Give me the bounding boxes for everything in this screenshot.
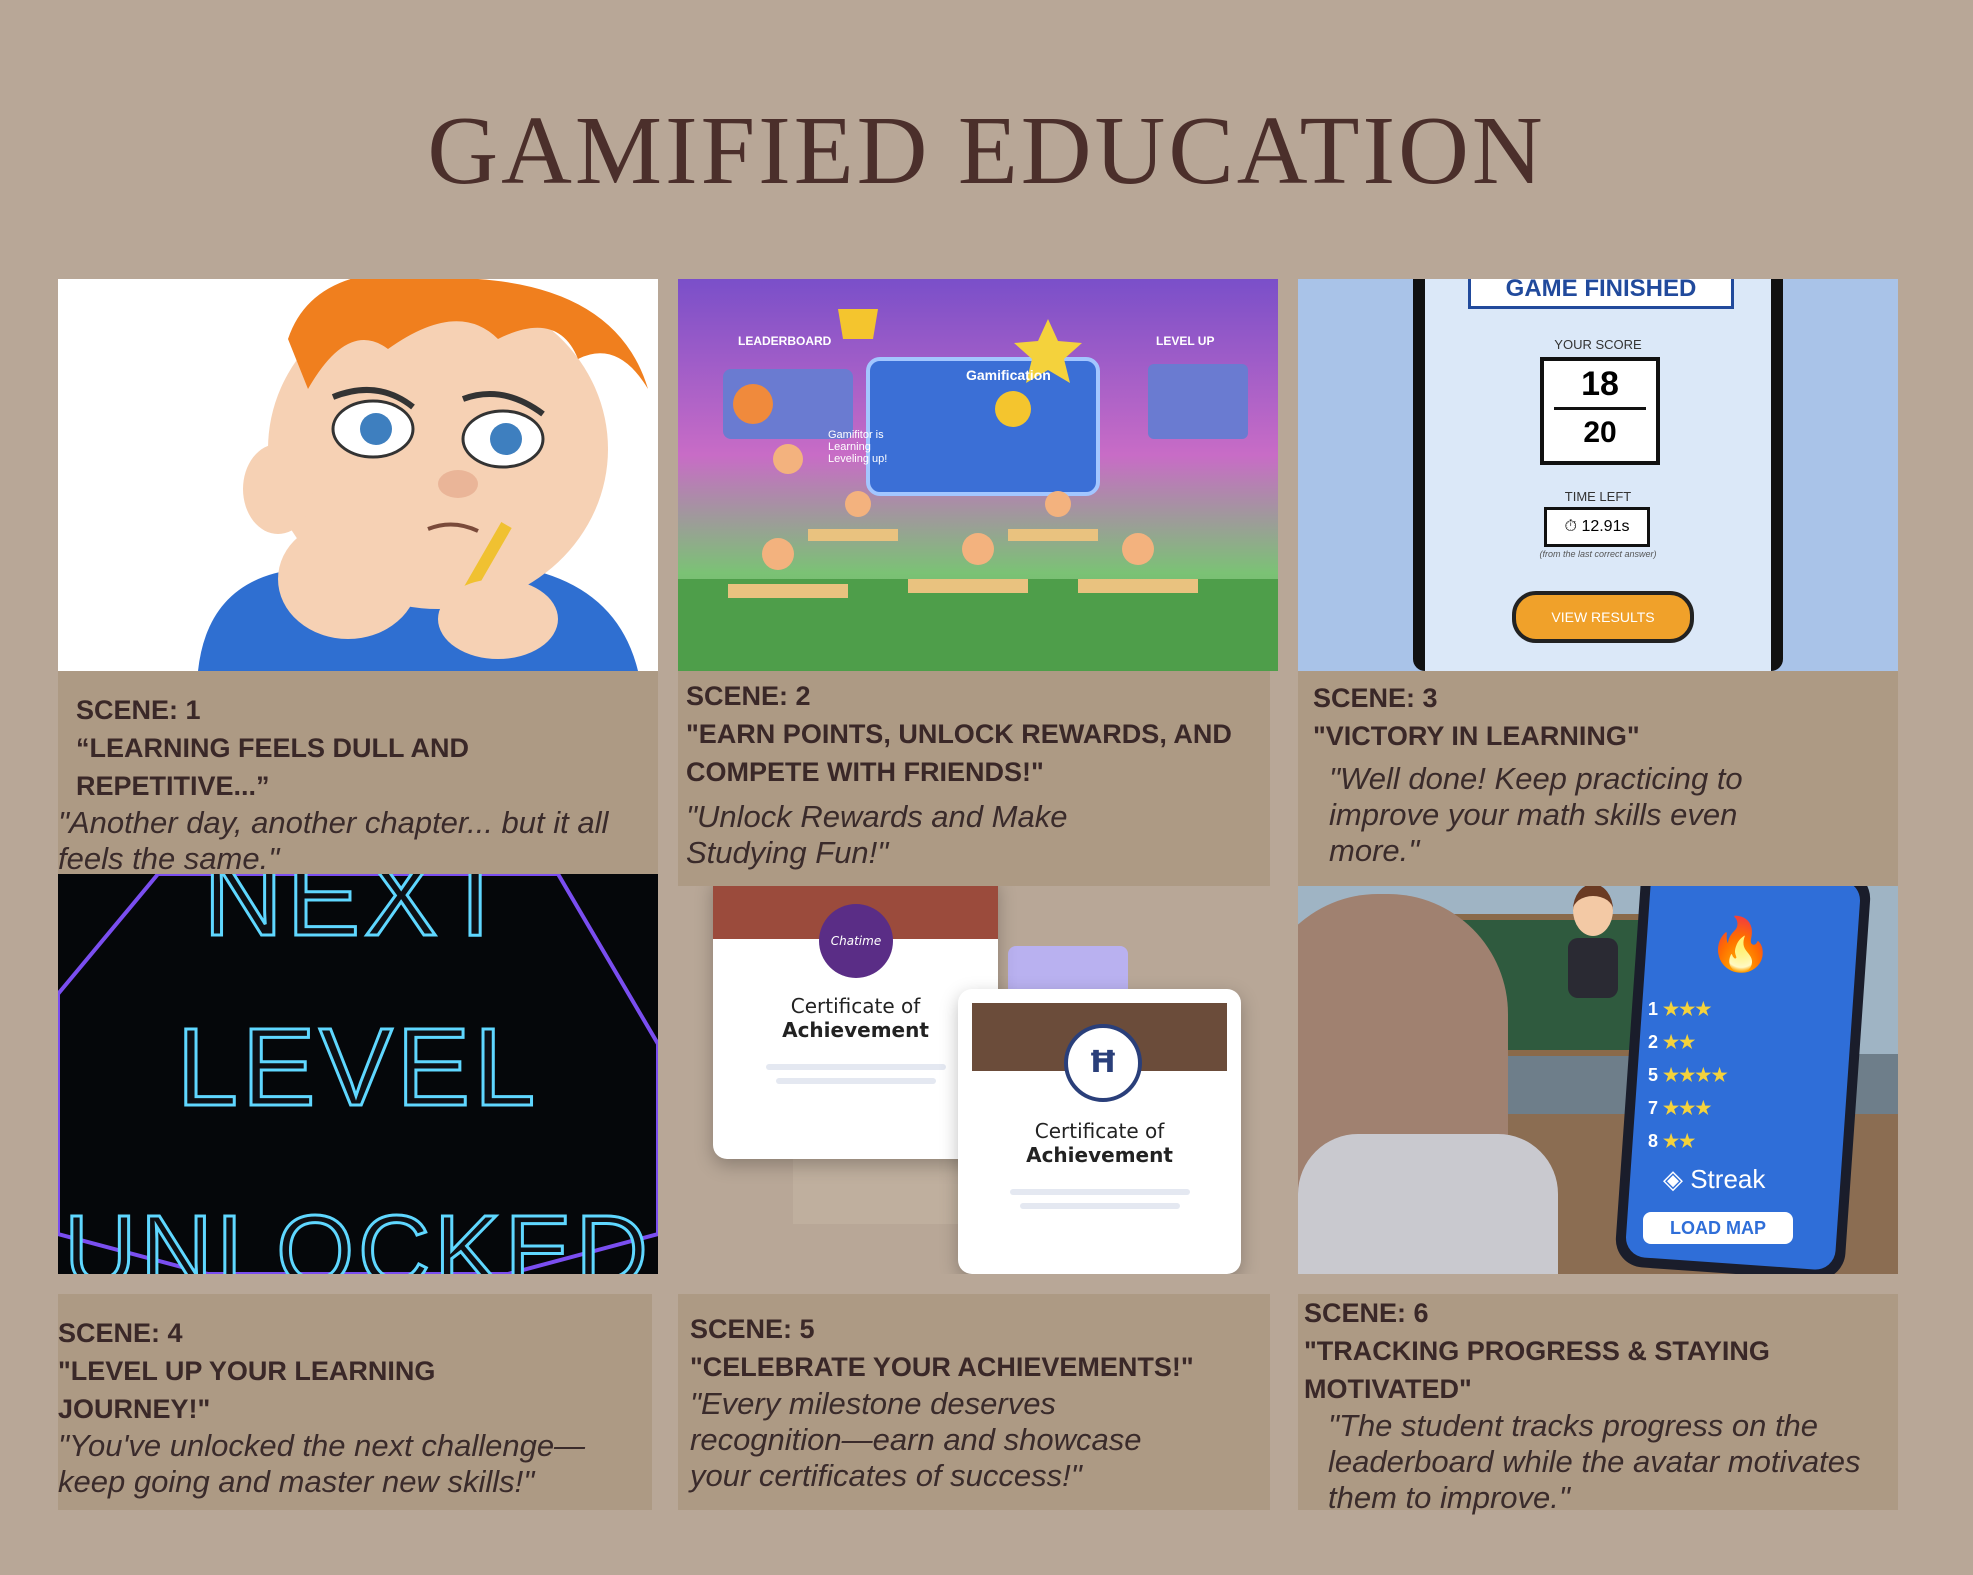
scene-6-caption: SCENE: 6 "TRACKING PROGRESS & STAYING MO… [1298,1294,1898,1515]
gamification-label: Gamification [966,367,1051,383]
score-value: 18 [1581,365,1619,403]
gamified-classroom-illustration: LEADERBOARD LEVEL UP Gamification Gamifi… [678,279,1278,671]
next-level-unlocked-neon: NEXT LEVEL UNLOCKED [58,874,658,1274]
scene-1-number: SCENE: 1 [76,695,201,725]
score-label: YOUR SCORE [1554,337,1642,352]
scene-4-number: SCENE: 4 [58,1318,183,1348]
leaderboard-row: 5 ★★★★ [1648,1065,1728,1085]
time-left-label: TIME LEFT [1564,489,1632,504]
leaderboard-row: 1 ★★★ [1648,999,1712,1019]
scene-5-number: SCENE: 5 [690,1314,815,1344]
avatar [1568,884,1618,1024]
scene-4-heading-1: "LEVEL UP YOUR LEARNING [58,1356,436,1386]
neon-unlocked: UNLOCKED [63,1194,652,1275]
scene-5-caption: SCENE: 5 "CELEBRATE YOUR ACHIEVEMENTS!" … [678,1294,1270,1510]
scene-2-heading-1: "EARN POINTS, UNLOCK REWARDS, AND [686,719,1232,749]
gamifier-text: Gamifitor is Learning Leveling up! [828,429,888,465]
student-shoulder [1298,1134,1558,1274]
scene-1-quote: "Another day, another chapter... but it … [58,805,609,876]
scene-5-heading-1: "CELEBRATE YOUR ACHIEVEMENTS!" [690,1352,1194,1382]
scene-2-heading-2: COMPETE WITH FRIENDS!" [686,757,1044,787]
cert-1-title: Certificate of [790,994,921,1018]
leaderboard-row: 2 ★★ [1648,1032,1696,1052]
scene-6-quote: "The student tracks progress on the lead… [1328,1408,1861,1515]
leaderboard-label: LEADERBOARD [738,334,832,348]
scene-1-heading-1: “LEARNING FEELS DULL AND [76,733,470,763]
view-results-button[interactable]: VIEW RESULTS [1512,591,1694,643]
certificate-card-1: Chatime Certificate of Achievement [713,874,998,1159]
leaderboard-row: 7 ★★★ [1648,1098,1712,1118]
husqvarna-logo-icon: Ħ [1064,1024,1142,1102]
scene-5-quote: "Every milestone deserves recognition—ea… [690,1386,1142,1493]
cert-2-subtitle: Achievement [1026,1143,1173,1167]
fire-icon: 🔥 [1708,916,1773,974]
cert-2-line [1019,1203,1180,1209]
scene-3-caption: SCENE: 3 "VICTORY IN LEARNING" "Well don… [1298,671,1898,886]
cert-1-line [765,1064,946,1070]
cert-1-subtitle: Achievement [782,1018,929,1042]
scene-3-quote: "Well done! Keep practicing to improve y… [1329,761,1743,868]
scene-1-caption: SCENE: 1 “LEARNING FEELS DULL AND REPETI… [58,671,658,876]
load-map-button[interactable]: LOAD MAP [1643,1212,1793,1244]
leaderboard-row: 8 ★★ [1648,1131,1696,1151]
scene-4-quote: "You've unlocked the next challenge—keep… [58,1428,586,1499]
scene-4-caption: SCENE: 4 "LEVEL UP YOUR LEARNING JOURNEY… [58,1294,652,1510]
time-text: 12.91s [1581,518,1630,535]
scene-2-quote: "Unlock Rewards and Make Studying Fun!" [686,799,1068,870]
neon-next: NEXT [202,874,513,961]
cert-2-title: Certificate of [1034,1119,1165,1143]
time-value: ⏱ 12.91s [1544,507,1650,547]
scene-6-number: SCENE: 6 [1304,1298,1429,1328]
levelup-label: LEVEL UP [1156,334,1215,348]
cert-1-line [775,1078,936,1084]
game-finished-header: GAME FINISHED [1468,279,1734,309]
scene-3-heading-1: "VICTORY IN LEARNING" [1313,721,1640,751]
certificate-card-2: Ħ Certificate of Achievement [958,989,1241,1274]
progress-tracking-illustration: 🔥 1 ★★★ 2 ★★ 5 ★★★★ 7 ★★★ 8 ★★ ◈ Streak … [1298,874,1898,1274]
score-box: 18 20 [1540,357,1660,465]
scene-4-heading-2: JOURNEY!" [58,1394,211,1424]
cert-2-line [1009,1189,1190,1195]
chatime-logo: Chatime [819,904,893,978]
bored-student-illustration [58,279,658,671]
leaderboard: 1 ★★★ 2 ★★ 5 ★★★★ 7 ★★★ 8 ★★ [1648,999,1828,1164]
scene-1-heading-2: REPETITIVE...” [76,771,270,801]
scene-2-caption: SCENE: 2 "EARN POINTS, UNLOCK REWARDS, A… [678,671,1270,886]
scene-6-heading-1: "TRACKING PROGRESS & STAYING [1304,1336,1770,1366]
neon-level: LEVEL [175,1005,540,1131]
certificates-illustration: Chatime Certificate of Achievement Ħ Cer… [678,874,1278,1274]
scene-6-heading-2: MOTIVATED" [1304,1374,1472,1404]
game-finished-screen: GAME FINISHED YOUR SCORE 18 20 TIME LEFT… [1298,279,1898,671]
streak-text: Streak [1690,1164,1766,1194]
scene-3-number: SCENE: 3 [1313,683,1438,713]
streak-label: ◈ Streak [1663,1164,1766,1194]
page-title: GAMIFIED EDUCATION [427,97,1546,205]
scene-2-number: SCENE: 2 [686,681,811,711]
time-note: (from the last correct answer) [1539,549,1657,559]
score-total: 20 [1583,416,1617,449]
